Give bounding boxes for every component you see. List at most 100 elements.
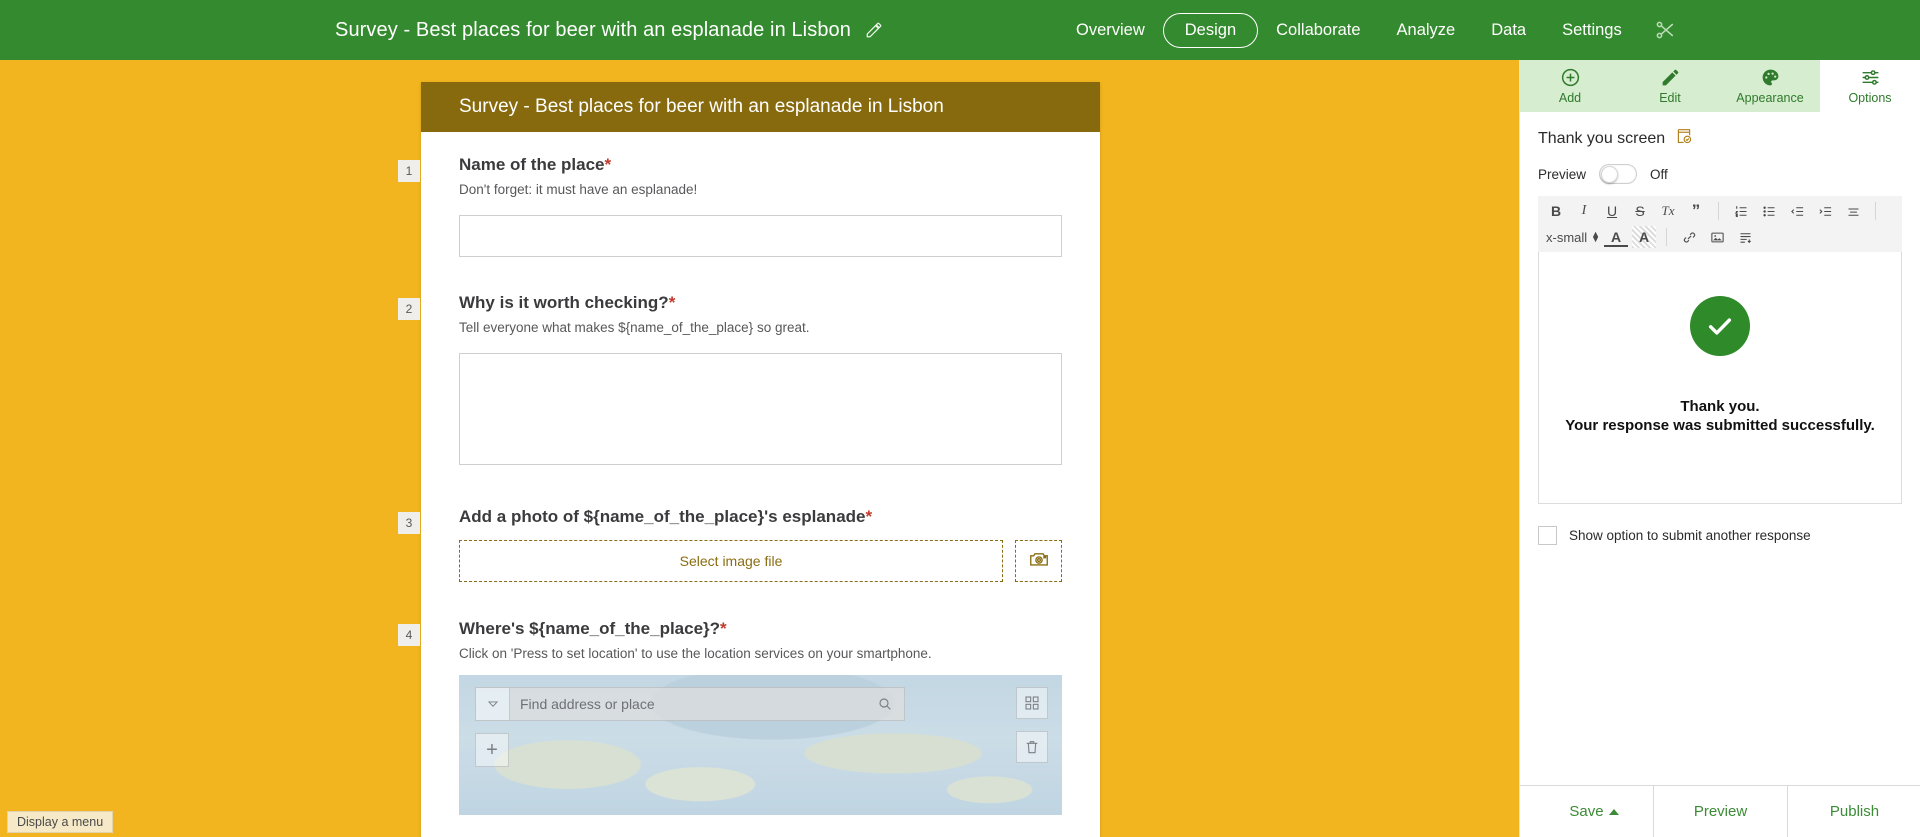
- name-of-place-input[interactable]: [459, 215, 1062, 258]
- toolbar-divider: [1666, 228, 1668, 246]
- question-label-text: Add a photo of ${name_of_the_place}'s es…: [459, 507, 866, 527]
- tab-appearance-label: Appearance: [1736, 91, 1804, 105]
- required-marker: *: [668, 293, 676, 313]
- question-number: 4: [398, 624, 420, 647]
- indent-icon[interactable]: [1813, 200, 1837, 222]
- publish-button[interactable]: Publish: [1787, 786, 1920, 837]
- tab-add[interactable]: Add: [1520, 60, 1620, 112]
- nav-item-data[interactable]: Data: [1473, 13, 1544, 48]
- question-label: Add a photo of ${name_of_the_place}'s es…: [459, 506, 1062, 528]
- question-hint: Click on 'Press to set location' to use …: [459, 646, 932, 662]
- main-nav-links: Overview Design Collaborate Analyze Data…: [1058, 0, 1676, 60]
- question-hint: Tell everyone what makes ${name_of_the_p…: [459, 320, 810, 336]
- page-check-icon[interactable]: [1675, 127, 1693, 150]
- question-label-text: Name of the place: [459, 155, 605, 174]
- question-label: Where's ${name_of_the_place}?*: [459, 618, 1062, 640]
- link-icon[interactable]: [1677, 226, 1701, 248]
- right-side-panel: Add Edit Appearance Options Thank you sc…: [1519, 60, 1920, 837]
- status-tooltip: Display a menu: [7, 811, 114, 833]
- submit-another-row: Show option to submit another response: [1520, 504, 1920, 545]
- survey-form-card: Survey - Best places for beer with an es…: [398, 82, 1100, 837]
- trash-icon[interactable]: [1016, 731, 1048, 764]
- insert-block-icon[interactable]: [1733, 226, 1757, 248]
- select-image-file-button[interactable]: Select image file: [459, 540, 1003, 583]
- editor-toolbar-row-2: x-small ▲ ▼ A A: [1538, 226, 1902, 252]
- question-3[interactable]: 3 Add a photo of ${name_of_the_place}'s …: [398, 470, 1100, 583]
- survey-title-group: Survey - Best places for beer with an es…: [335, 0, 883, 60]
- save-button[interactable]: Save: [1520, 786, 1653, 837]
- panel-footer: Save Preview Publish: [1520, 785, 1920, 837]
- map-search-input[interactable]: Find address or place: [510, 688, 866, 721]
- tab-edit[interactable]: Edit: [1620, 60, 1720, 112]
- image-upload-row: Select image file: [459, 540, 1062, 583]
- form-canvas: Survey - Best places for beer with an es…: [0, 60, 1519, 837]
- fullscreen-icon[interactable]: [1016, 687, 1048, 720]
- bold-icon[interactable]: B: [1544, 200, 1568, 222]
- blockquote-icon[interactable]: ”: [1684, 200, 1708, 222]
- tab-appearance[interactable]: Appearance: [1720, 60, 1820, 112]
- thank-you-line-1: Thank you.: [1680, 398, 1760, 415]
- chevron-down-icon[interactable]: [476, 688, 510, 721]
- preview-button-label: Preview: [1693, 803, 1748, 820]
- insert-image-icon[interactable]: [1705, 226, 1729, 248]
- nav-item-collaborate[interactable]: Collaborate: [1258, 13, 1378, 48]
- question-number: 2: [398, 298, 420, 321]
- spinner-icon: ▲ ▼: [1591, 229, 1601, 244]
- scissors-icon[interactable]: [1654, 19, 1676, 41]
- camera-capture-button[interactable]: [1015, 540, 1062, 583]
- toolbar-divider: [1875, 202, 1876, 220]
- strikethrough-icon[interactable]: S: [1628, 200, 1652, 222]
- caret-up-icon[interactable]: [1609, 808, 1619, 815]
- nav-item-settings[interactable]: Settings: [1544, 13, 1640, 48]
- align-icon[interactable]: [1841, 200, 1865, 222]
- nav-item-design[interactable]: Design: [1162, 12, 1259, 48]
- check-circle-icon: [1690, 296, 1750, 356]
- section-title: Thank you screen: [1538, 129, 1666, 147]
- ordered-list-icon[interactable]: [1729, 200, 1753, 222]
- tab-add-label: Add: [1558, 91, 1582, 105]
- nav-item-overview[interactable]: Overview: [1058, 13, 1163, 48]
- tab-options[interactable]: Options: [1820, 60, 1920, 112]
- form-header-title: Survey - Best places for beer with an es…: [459, 96, 944, 117]
- submit-another-checkbox[interactable]: [1538, 526, 1557, 545]
- map-search-bar[interactable]: Find address or place: [475, 687, 905, 722]
- survey-title: Survey - Best places for beer with an es…: [335, 18, 851, 41]
- question-label-text: Where's ${name_of_the_place}?: [459, 619, 721, 639]
- font-size-value: x-small: [1546, 229, 1588, 245]
- tab-options-label: Options: [1848, 91, 1892, 105]
- clear-format-icon[interactable]: Tx: [1656, 200, 1680, 222]
- question-4[interactable]: 4 Where's ${name_of_the_place}?* Click o…: [398, 582, 1100, 837]
- nav-item-analyze[interactable]: Analyze: [1379, 13, 1474, 48]
- question-2[interactable]: 2 Why is it worth checking?* Tell everyo…: [398, 257, 1100, 470]
- highlight-color-icon[interactable]: A: [1632, 226, 1657, 248]
- question-label-text: Why is it worth checking?: [459, 293, 669, 313]
- camera-icon: [1028, 548, 1050, 575]
- why-worth-checking-textarea[interactable]: [459, 353, 1062, 466]
- preview-label: Preview: [1538, 166, 1587, 182]
- sliders-icon: [1860, 67, 1881, 88]
- underline-icon[interactable]: U: [1600, 200, 1624, 222]
- editor-toolbar-row-1: B I U S Tx ”: [1538, 196, 1902, 226]
- search-icon[interactable]: [866, 688, 904, 721]
- toggle-knob: [1601, 166, 1619, 183]
- font-size-selector[interactable]: x-small ▲ ▼: [1544, 230, 1600, 245]
- toolbar-divider: [1718, 202, 1719, 220]
- font-color-icon[interactable]: A: [1604, 229, 1629, 247]
- outdent-icon[interactable]: [1785, 200, 1809, 222]
- question-number: 3: [398, 512, 420, 535]
- pencil-icon[interactable]: [865, 21, 883, 39]
- question-1[interactable]: 1 Name of the place* Don't forget: it mu…: [398, 132, 1100, 258]
- preview-toggle[interactable]: [1599, 164, 1638, 184]
- thank-you-line-2: Your response was submitted successfully…: [1565, 416, 1875, 434]
- publish-button-label: Publish: [1829, 803, 1880, 820]
- tab-edit-label: Edit: [1659, 91, 1681, 105]
- italic-icon[interactable]: I: [1572, 200, 1596, 222]
- question-number: 1: [398, 160, 420, 182]
- pencil-icon: [1660, 67, 1681, 88]
- unordered-list-icon[interactable]: [1757, 200, 1781, 222]
- location-map[interactable]: Find address or place +: [459, 675, 1062, 816]
- preview-button[interactable]: Preview: [1653, 786, 1787, 837]
- map-zoom-in-button[interactable]: +: [475, 733, 509, 768]
- thank-you-preview[interactable]: Thank you. Your response was submitted s…: [1538, 252, 1902, 504]
- submit-another-label: Show option to submit another response: [1569, 528, 1811, 543]
